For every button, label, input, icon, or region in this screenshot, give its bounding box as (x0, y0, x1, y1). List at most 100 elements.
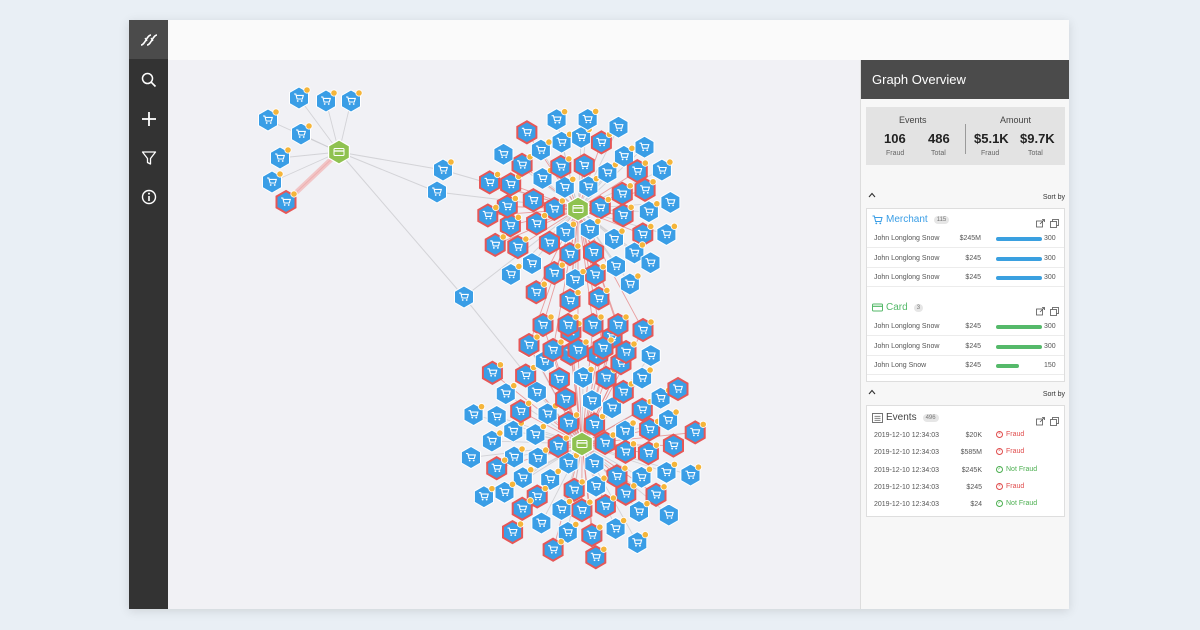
merchant-node[interactable] (594, 430, 617, 456)
merchant-node[interactable] (525, 280, 548, 305)
merchant-node[interactable] (530, 138, 553, 162)
merchant-node[interactable] (258, 108, 280, 132)
merchant-node[interactable] (581, 522, 604, 548)
merchant-node[interactable] (460, 445, 481, 470)
merchant-node[interactable] (289, 86, 311, 110)
merchant-node[interactable] (548, 366, 570, 392)
merchant-node[interactable] (504, 445, 526, 469)
merchant-node[interactable] (628, 500, 651, 524)
list-item[interactable]: John Longlong Snow $245 300 (867, 268, 1064, 287)
merchant-node[interactable] (584, 451, 605, 476)
merchant-node[interactable] (537, 402, 560, 426)
merchant-node[interactable] (631, 397, 654, 422)
merchant-node[interactable] (684, 420, 707, 445)
merchant-node[interactable] (604, 227, 626, 251)
merchant-node[interactable] (632, 317, 655, 343)
merchant-node[interactable] (608, 115, 629, 139)
merchant-node[interactable] (546, 108, 569, 132)
events-section-title[interactable]: Events 496 (872, 412, 939, 423)
merchant-node[interactable] (656, 222, 678, 246)
merchant-node[interactable] (614, 439, 638, 464)
list-item[interactable]: John Longlong Snow $245 300 (867, 249, 1064, 268)
event-row[interactable]: 2019-12-10 12:34:03 $24 ✓ Not Fraud (867, 496, 1064, 513)
merchant-node[interactable] (660, 190, 681, 214)
merchant-node[interactable] (433, 158, 455, 182)
merchant-node[interactable] (510, 399, 533, 424)
merchant-node[interactable] (495, 382, 518, 406)
merchant-node[interactable] (607, 312, 630, 338)
merchant-node[interactable] (507, 234, 530, 260)
info-icon[interactable] (129, 182, 168, 212)
merchant-node[interactable] (532, 312, 555, 338)
merchant-node[interactable] (511, 152, 534, 177)
list-item[interactable]: John Longlong Snow $245 300 (867, 317, 1064, 336)
merchant-node[interactable] (473, 485, 496, 509)
filter-icon[interactable] (129, 143, 168, 173)
merchant-node[interactable] (658, 503, 679, 527)
collapse-chevron-icon[interactable] (868, 389, 876, 397)
merchant-node[interactable] (275, 189, 298, 215)
merchant-node[interactable] (486, 456, 509, 481)
merchant-node[interactable] (493, 142, 514, 166)
merchant-node[interactable] (589, 195, 612, 220)
merchant-node[interactable] (573, 153, 595, 178)
event-row[interactable]: 2019-12-10 12:34:03 $585M × Fraud (867, 444, 1064, 461)
merchant-node[interactable] (270, 146, 292, 170)
merchant-node[interactable] (611, 181, 634, 206)
merchant-node[interactable] (627, 531, 649, 555)
merchant-node[interactable] (522, 188, 544, 213)
merchant-node[interactable] (577, 107, 600, 131)
collapse-chevron-icon[interactable] (868, 192, 876, 200)
merchant-node[interactable] (592, 335, 615, 361)
event-row[interactable]: 2019-12-10 12:34:03 $20K × Fraud (867, 427, 1064, 444)
graph-canvas[interactable] (168, 60, 859, 609)
merchant-node[interactable] (341, 89, 363, 113)
merchant-node[interactable] (500, 262, 523, 286)
merchant-node[interactable] (582, 389, 602, 413)
merchant-node[interactable] (615, 481, 638, 506)
merchant-node[interactable] (477, 203, 500, 228)
merchant-node[interactable] (502, 519, 525, 545)
merchant-node[interactable] (619, 272, 642, 296)
merchant-node[interactable] (551, 497, 574, 522)
merchant-node[interactable] (526, 211, 549, 236)
merchant-node[interactable] (565, 267, 587, 292)
merchant-node[interactable] (680, 463, 703, 487)
merchant-node[interactable] (590, 130, 613, 155)
event-row[interactable]: 2019-12-10 12:34:03 $245K ✓ Not Fraud (867, 462, 1064, 479)
merchant-node[interactable] (454, 285, 474, 309)
list-item[interactable]: John Longlong Snow $245 300 (867, 337, 1064, 356)
merchant-node[interactable] (573, 365, 595, 389)
card-hub-node[interactable] (571, 431, 593, 457)
merchant-node[interactable] (555, 386, 577, 412)
merchant-node[interactable] (615, 339, 638, 365)
merchant-node[interactable] (511, 496, 534, 521)
merchant-node[interactable] (662, 433, 684, 458)
merchant-node[interactable] (481, 429, 504, 453)
merchant-node[interactable] (516, 120, 538, 145)
event-row[interactable]: 2019-12-10 12:34:03 $245 × Fraud (867, 479, 1064, 496)
merchant-node[interactable] (427, 180, 447, 204)
merchant-node[interactable] (531, 511, 552, 535)
merchant-node[interactable] (538, 230, 560, 255)
merchant-node[interactable] (479, 170, 502, 195)
merchant-node[interactable] (656, 460, 679, 484)
sort-by-button[interactable]: Sort by (1043, 391, 1065, 398)
network-graph[interactable] (168, 60, 859, 609)
merchant-node[interactable] (486, 404, 507, 429)
dna-logo-icon[interactable] (129, 20, 168, 59)
merchant-node[interactable] (499, 213, 522, 238)
merchant-node[interactable] (527, 446, 550, 470)
merchant-node[interactable] (542, 537, 565, 562)
list-item[interactable]: John Longlong Snow $245M 300 (867, 229, 1064, 248)
merchant-node[interactable] (634, 177, 657, 202)
merchant-node[interactable] (640, 344, 661, 368)
merchant-node[interactable] (605, 516, 628, 541)
merchant-node[interactable] (550, 154, 573, 180)
merchant-node[interactable] (638, 200, 661, 224)
card-hub-node[interactable] (328, 139, 350, 165)
merchant-node[interactable] (262, 170, 284, 194)
merchant-node[interactable] (632, 366, 654, 390)
merchant-node[interactable] (594, 493, 618, 519)
merchant-node[interactable] (463, 403, 486, 427)
